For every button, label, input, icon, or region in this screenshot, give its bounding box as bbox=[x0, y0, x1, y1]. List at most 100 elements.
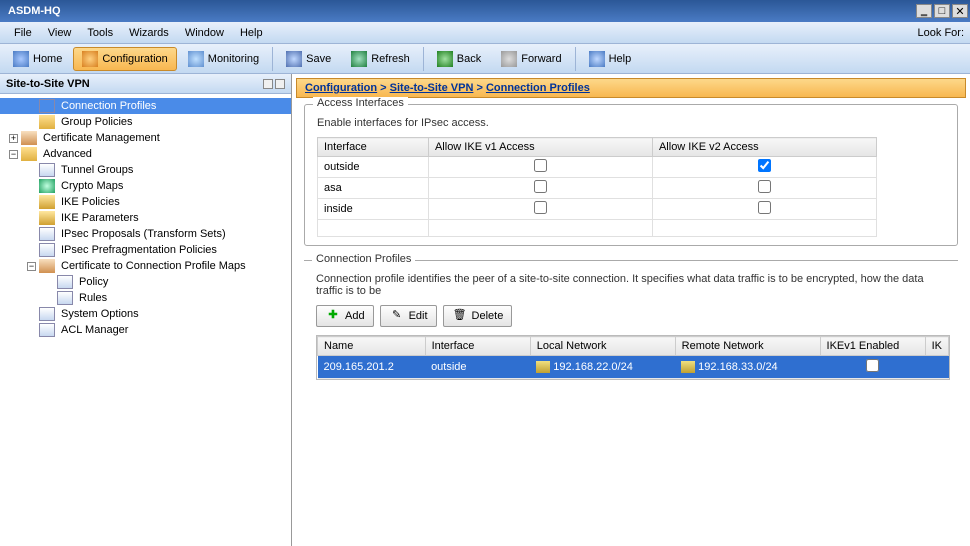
col-ikev1-enabled[interactable]: IKEv1 Enabled bbox=[820, 337, 925, 356]
main-split: Site-to-Site VPN Connection ProfilesGrou… bbox=[0, 74, 970, 546]
toolbar-separator bbox=[575, 47, 576, 71]
interfaces-table: Interface Allow IKE v1 Access Allow IKE … bbox=[317, 137, 877, 237]
breadcrumb-configuration[interactable]: Configuration bbox=[305, 82, 377, 94]
tree-item[interactable]: − Advanced bbox=[0, 146, 291, 162]
monitor-icon bbox=[188, 51, 204, 67]
tree-item[interactable]: IPsec Prefragmentation Policies bbox=[0, 242, 291, 258]
col-interface[interactable]: Interface bbox=[425, 337, 530, 356]
tree-node-icon bbox=[39, 211, 55, 225]
tree-item[interactable]: −Certificate to Connection Profile Maps bbox=[0, 258, 291, 274]
menu-file[interactable]: File bbox=[6, 25, 40, 41]
col-name[interactable]: Name bbox=[318, 337, 426, 356]
tree-item[interactable]: Group Policies bbox=[0, 114, 291, 130]
tree-item[interactable]: Policy bbox=[0, 274, 291, 290]
add-button[interactable]: ✚Add bbox=[316, 305, 374, 327]
delete-button[interactable]: 🗑Delete bbox=[443, 305, 513, 327]
content-area: Configuration > Site-to-Site VPN > Conne… bbox=[292, 74, 970, 546]
help-button[interactable]: Help bbox=[580, 47, 641, 71]
panel-controls bbox=[263, 79, 285, 89]
forward-button[interactable]: Forward bbox=[492, 47, 570, 71]
menu-window[interactable]: Window bbox=[177, 25, 232, 41]
tree-node-icon bbox=[39, 227, 55, 241]
access-interfaces-group: Access Interfaces Enable interfaces for … bbox=[304, 104, 958, 246]
tree-item-label: Certificate Management bbox=[41, 131, 162, 145]
close-button[interactable]: ✕ bbox=[952, 4, 968, 18]
tree-node-icon bbox=[39, 323, 55, 337]
menubar: File View Tools Wizards Window Help Look… bbox=[0, 22, 970, 44]
interface-row[interactable]: outside bbox=[318, 157, 877, 178]
tree-toggle-icon[interactable]: + bbox=[9, 134, 18, 143]
panel-close-button[interactable] bbox=[275, 79, 285, 89]
network-icon bbox=[681, 361, 695, 373]
ike-v1-checkbox[interactable] bbox=[534, 180, 547, 193]
col-ike-v1[interactable]: Allow IKE v1 Access bbox=[428, 138, 652, 157]
tree-item[interactable]: Connection Profiles bbox=[0, 98, 291, 114]
trash-icon: 🗑 bbox=[452, 308, 468, 324]
tree-item[interactable]: Tunnel Groups bbox=[0, 162, 291, 178]
tree-item[interactable]: IKE Parameters bbox=[0, 210, 291, 226]
profile-row[interactable]: 209.165.201.2outside192.168.22.0/24192.1… bbox=[318, 356, 949, 379]
menu-tools[interactable]: Tools bbox=[79, 25, 121, 41]
refresh-button[interactable]: Refresh bbox=[342, 47, 419, 71]
tree-node-icon bbox=[39, 179, 55, 193]
breadcrumb-connection-profiles[interactable]: Connection Profiles bbox=[486, 82, 590, 94]
tree-node-icon bbox=[57, 291, 73, 305]
back-icon bbox=[437, 51, 453, 67]
save-icon bbox=[286, 51, 302, 67]
edit-button[interactable]: ✎Edit bbox=[380, 305, 437, 327]
ike-v1-checkbox[interactable] bbox=[534, 159, 547, 172]
cell-interface: inside bbox=[318, 199, 429, 220]
tree-item-label: Policy bbox=[77, 275, 110, 289]
col-remote-network[interactable]: Remote Network bbox=[675, 337, 820, 356]
menu-view[interactable]: View bbox=[40, 25, 80, 41]
configuration-button[interactable]: Configuration bbox=[73, 47, 176, 71]
interface-row[interactable]: asa bbox=[318, 178, 877, 199]
cell-interface: outside bbox=[425, 356, 530, 379]
tree-node-icon bbox=[57, 275, 73, 289]
tree-item-label: Tunnel Groups bbox=[59, 163, 135, 177]
col-local-network[interactable]: Local Network bbox=[530, 337, 675, 356]
tree-item[interactable]: + Certificate Management bbox=[0, 130, 291, 146]
tree-item-label: Advanced bbox=[41, 147, 94, 161]
tree-node-icon bbox=[39, 115, 55, 129]
ike-v2-checkbox[interactable] bbox=[758, 180, 771, 193]
maximize-button[interactable]: □ bbox=[934, 4, 950, 18]
tree-toggle-icon[interactable]: − bbox=[27, 262, 36, 271]
tree-node-icon bbox=[21, 147, 37, 161]
menu-wizards[interactable]: Wizards bbox=[121, 25, 177, 41]
col-interface[interactable]: Interface bbox=[318, 138, 429, 157]
tree-item[interactable]: IPsec Proposals (Transform Sets) bbox=[0, 226, 291, 242]
nav-tree[interactable]: Connection ProfilesGroup Policies + Certif… bbox=[0, 94, 291, 546]
tree-item[interactable]: System Options bbox=[0, 306, 291, 322]
tree-item[interactable]: Crypto Maps bbox=[0, 178, 291, 194]
ike-v2-checkbox[interactable] bbox=[758, 159, 771, 172]
save-button[interactable]: Save bbox=[277, 47, 340, 71]
look-for-label: Look For: bbox=[918, 27, 964, 39]
toolbar: Home Configuration Monitoring Save Refre… bbox=[0, 44, 970, 74]
back-button[interactable]: Back bbox=[428, 47, 490, 71]
tree-node-icon bbox=[39, 99, 55, 113]
col-ikev2-partial[interactable]: IK bbox=[925, 337, 948, 356]
tree-toggle-icon[interactable]: − bbox=[9, 150, 18, 159]
col-ike-v2[interactable]: Allow IKE v2 Access bbox=[652, 138, 876, 157]
ike-v2-checkbox[interactable] bbox=[758, 201, 771, 214]
tree-item[interactable]: Rules bbox=[0, 290, 291, 306]
tree-item[interactable]: ACL Manager bbox=[0, 322, 291, 338]
menu-help[interactable]: Help bbox=[232, 25, 271, 41]
home-button[interactable]: Home bbox=[4, 47, 71, 71]
tree-node-icon bbox=[21, 131, 37, 145]
tree-item-label: IPsec Proposals (Transform Sets) bbox=[59, 227, 228, 241]
minimize-button[interactable]: ‗ bbox=[916, 4, 932, 18]
window-title: ASDM-HQ bbox=[2, 5, 61, 17]
panel-float-button[interactable] bbox=[263, 79, 273, 89]
ike-v1-checkbox[interactable] bbox=[534, 201, 547, 214]
toolbar-separator bbox=[423, 47, 424, 71]
ikev1-checkbox[interactable] bbox=[866, 359, 879, 372]
interface-row[interactable]: inside bbox=[318, 199, 877, 220]
refresh-icon bbox=[351, 51, 367, 67]
tree-item[interactable]: IKE Policies bbox=[0, 194, 291, 210]
breadcrumb-site-to-site-vpn[interactable]: Site-to-Site VPN bbox=[390, 82, 474, 94]
monitoring-button[interactable]: Monitoring bbox=[179, 47, 268, 71]
tree-node-icon bbox=[39, 307, 55, 321]
profiles-grid: Name Interface Local Network Remote Netw… bbox=[317, 336, 949, 379]
